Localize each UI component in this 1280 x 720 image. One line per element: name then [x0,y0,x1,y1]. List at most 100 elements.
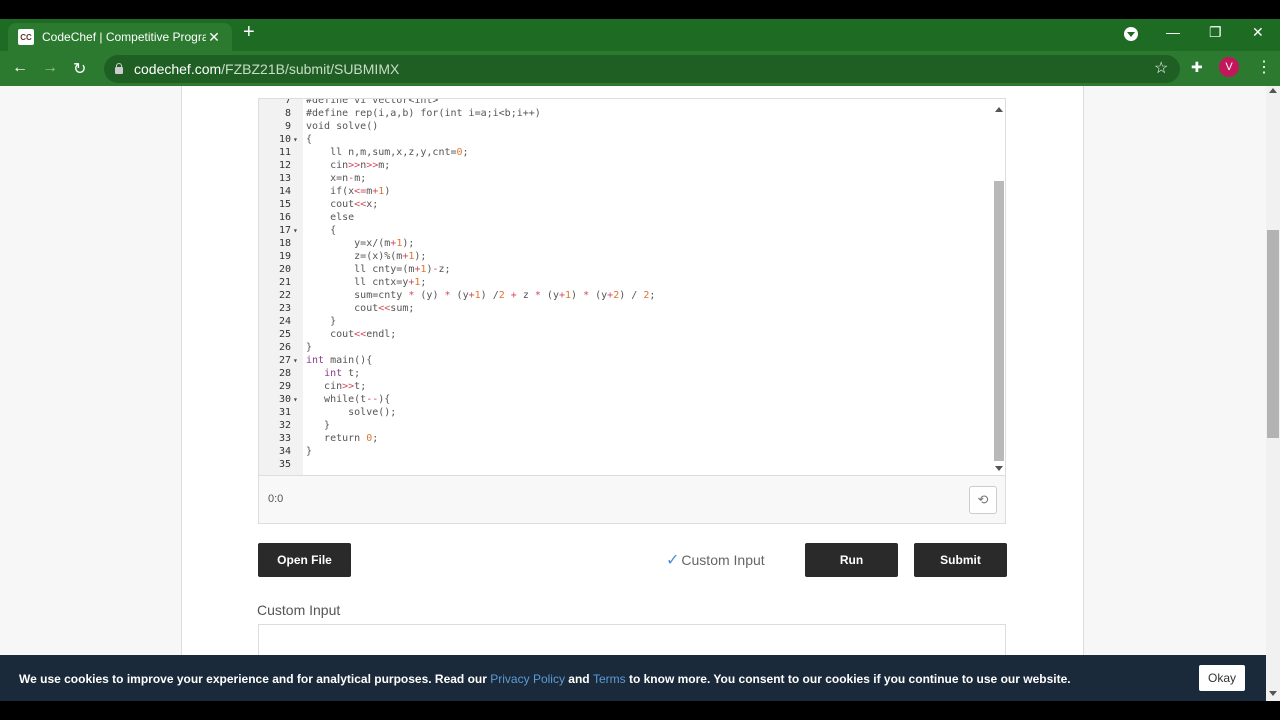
bottom-black-bar [0,701,1280,720]
tab-title: CodeChef | Competitive Program [42,30,206,44]
code-line[interactable]: 22 sum=cnty * (y) * (y+1) /2 + z * (y+1)… [259,289,989,302]
code-line[interactable]: 15 cout<<x; [259,198,989,211]
submit-button[interactable]: Submit [914,543,1007,577]
code-line[interactable]: 33 return 0; [259,432,989,445]
line-number: 8 [284,108,291,119]
minimize-icon[interactable]: — [1166,24,1180,40]
code-text: } [306,316,337,327]
restore-icon[interactable]: ❐ [1209,24,1222,41]
page-scroll-down-icon[interactable] [1269,691,1277,696]
profile-avatar[interactable]: V [1219,57,1239,77]
code-editor[interactable]: 7 #define vi vector<int> 8 #define rep(i,a,… [258,98,1006,476]
code-line[interactable]: 9 void solve() [259,120,989,133]
browser-tab[interactable]: CC CodeChef | Competitive Program ✕ [8,23,232,51]
code-text: else [306,212,355,223]
code-line[interactable]: 29 cin>>t; [259,380,989,393]
code-line[interactable]: 31 solve(); [259,406,989,419]
forward-arrow-icon[interactable]: → [42,59,58,77]
page-scroll-up-icon[interactable] [1269,88,1277,93]
code-line[interactable]: 10 ▾ { [259,133,989,146]
cookie-text: to know more. You consent to our cookies… [625,672,1071,686]
code-line[interactable]: 23 cout<<sum; [259,302,989,315]
line-number: 20 [278,264,291,275]
code-text: ll cnty=(m+1)-z; [306,264,451,275]
code-line[interactable]: 7 #define vi vector<int> [259,99,989,107]
code-line[interactable]: 14 if(x<=m+1) [259,185,989,198]
terms-link[interactable]: Terms [593,672,626,686]
address-bar[interactable]: codechef.com/FZBZ21B/submit/SUBMIMX [104,55,1180,83]
code-line[interactable]: 30 ▾ while(t--){ [259,393,989,406]
code-line[interactable]: 32 } [259,419,989,432]
code-line[interactable]: 34} [259,445,989,458]
code-line[interactable]: 8 #define rep(i,a,b) for(int i=a;i<b;i++) [259,107,989,120]
bookmark-star-icon[interactable]: ☆ [1154,58,1168,78]
editor-scrollbar[interactable] [993,103,1005,473]
scroll-down-arrow-icon[interactable] [995,466,1003,471]
line-number: 24 [278,316,291,327]
editor-scrollbar-thumb[interactable] [994,181,1004,461]
code-line[interactable]: 21 ll cntx=y+1; [259,276,989,289]
code-line[interactable]: 24 } [259,315,989,328]
line-number: 34 [278,446,291,457]
code-line[interactable]: 16 else [259,211,989,224]
code-line[interactable]: 19 z=(x)%(m+1); [259,250,989,263]
fold-arrow-icon[interactable]: ▾ [293,393,298,406]
browser-toolbar: ← → ↻ codechef.com/FZBZ21B/submit/SUBMIM… [0,51,1280,86]
code-line[interactable]: 17 ▾ { [259,224,989,237]
line-number: 12 [278,160,291,171]
new-tab-plus-icon[interactable]: + [243,22,255,42]
privacy-policy-link[interactable]: Privacy Policy [490,672,565,686]
code-text: int t; [324,368,361,379]
screen: CC CodeChef | Competitive Program ✕ + — … [0,0,1280,720]
code-text: y=x/(m+1); [306,238,415,249]
url-path: /FZBZ21B/submit/SUBMIMX [221,61,400,77]
code-line[interactable]: 28 int t; [259,367,989,380]
fold-arrow-icon[interactable]: ▾ [293,354,298,367]
code-text: cout<<endl; [306,329,397,340]
browser-tab-strip: CC CodeChef | Competitive Program ✕ [0,19,1280,51]
line-number: 27 [278,355,291,366]
fold-arrow-icon[interactable]: ▾ [293,224,298,237]
scroll-up-arrow-icon[interactable] [995,107,1003,112]
reload-icon[interactable]: ↻ [73,59,86,79]
code-text: z=(x)%(m+1); [306,251,427,262]
editor-status-row: 0:0 ⟲ [258,476,1006,524]
browser-menu-icon[interactable]: ⋮ [1256,57,1272,77]
line-number: 23 [278,303,291,314]
fold-arrow-icon[interactable]: ▾ [293,133,298,146]
code-text: ll n,m,sum,x,z,y,cnt=0; [306,147,469,158]
window-close-icon[interactable]: ✕ [1252,24,1264,41]
run-button[interactable]: Run [805,543,898,577]
code-text: { [306,225,337,236]
code-line[interactable]: 18 y=x/(m+1); [259,237,989,250]
back-arrow-icon[interactable]: ← [12,59,28,77]
code-line[interactable]: 35 [259,458,989,471]
code-text: } [306,420,331,431]
custom-input-checkbox[interactable]: ✓ Custom Input [666,550,765,570]
reset-code-button[interactable]: ⟲ [969,486,997,514]
cookie-okay-button[interactable]: Okay [1199,665,1245,691]
cookie-text: We use cookies to improve your experienc… [19,672,491,686]
code-line[interactable]: 11 ll n,m,sum,x,z,y,cnt=0; [259,146,989,159]
code-text: return 0; [306,433,379,444]
page-viewport: 7 #define vi vector<int> 8 #define rep(i,a,… [0,86,1266,720]
extensions-puzzle-icon[interactable]: ✚ [1191,59,1203,76]
page-scrollbar-thumb[interactable] [1267,230,1279,438]
code-line[interactable]: 20 ll cnty=(m+1)-z; [259,263,989,276]
code-text: sum=cnty * (y) * (y+1) /2 + z * (y+1) * … [306,290,656,301]
custom-input-label: Custom Input [257,602,341,618]
line-number: 11 [278,147,291,158]
code-line[interactable]: 13 x=n-m; [259,172,989,185]
code-text: ll cntx=y+1; [306,277,427,288]
tab-search-dropdown-icon[interactable] [1124,27,1138,41]
code-line[interactable]: 26} [259,341,989,354]
tab-close-icon[interactable]: ✕ [206,29,222,46]
code-line[interactable]: 12 cin>>n>>m; [259,159,989,172]
line-number: 21 [278,277,291,288]
code-line[interactable]: 25 cout<<endl; [259,328,989,341]
code-line[interactable]: 27 ▾ int main(){ [259,354,989,367]
code-text: int main(){ [306,355,373,366]
line-number: 17 [278,225,291,236]
open-file-button[interactable]: Open File [258,543,351,577]
page-scrollbar[interactable] [1266,86,1280,720]
